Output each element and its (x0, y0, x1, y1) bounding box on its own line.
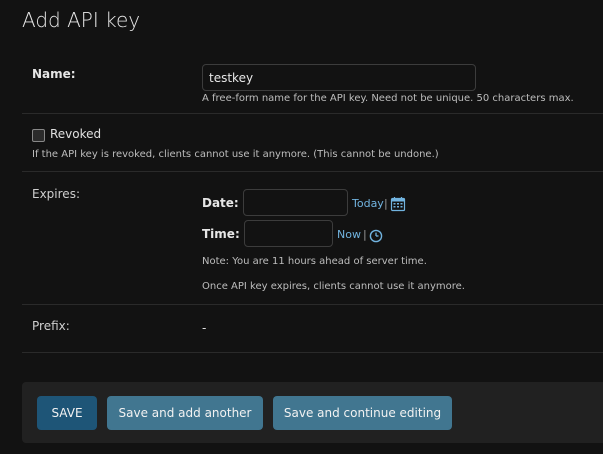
expires-row: Expires: Date: Today | Time: Now | Note:… (22, 171, 603, 305)
submit-row: SAVE Save and add another Save and conti… (22, 382, 603, 443)
revoked-checkbox[interactable] (32, 129, 45, 142)
date-input[interactable] (243, 189, 348, 216)
clock-icon[interactable] (369, 228, 383, 247)
name-input[interactable] (202, 64, 476, 91)
prefix-value: - (202, 321, 207, 335)
prefix-label: Prefix: (32, 319, 70, 333)
revoked-row: Revoked If the API key is revoked, clien… (22, 113, 603, 172)
expires-help-text: Once API key expires, clients cannot use… (202, 281, 465, 292)
page-title: Add API key (22, 8, 141, 32)
revoked-help-text: If the API key is revoked, clients canno… (32, 149, 439, 160)
today-link[interactable]: Today (352, 197, 384, 210)
expires-label: Expires: (32, 187, 80, 201)
time-separator: | (363, 228, 367, 241)
calendar-icon[interactable] (390, 196, 406, 216)
name-label: Name: (32, 67, 76, 81)
prefix-row: Prefix: - (22, 304, 603, 353)
timezone-note: Note: You are 11 hours ahead of server t… (202, 256, 427, 267)
add-api-key-page: Add API key Name: A free-form name for t… (0, 0, 603, 454)
date-separator: | (384, 197, 388, 210)
save-button[interactable]: SAVE (37, 396, 97, 430)
now-link[interactable]: Now (337, 228, 361, 241)
name-help-text: A free-form name for the API key. Need n… (202, 93, 574, 104)
save-and-add-another-button[interactable]: Save and add another (107, 396, 263, 430)
name-row: Name: A free-form name for the API key. … (22, 55, 603, 114)
date-label: Date: (202, 196, 239, 210)
time-input[interactable] (244, 220, 333, 247)
save-and-continue-editing-button[interactable]: Save and continue editing (273, 396, 452, 430)
revoked-label[interactable]: Revoked (50, 127, 101, 141)
time-label: Time: (202, 227, 240, 241)
